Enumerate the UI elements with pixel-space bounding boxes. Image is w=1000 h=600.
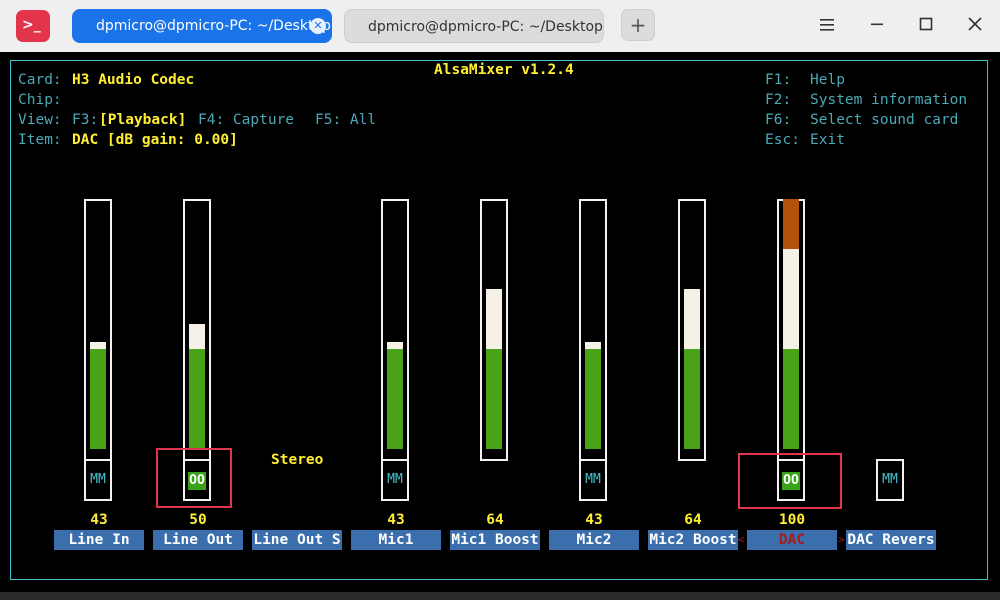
control-value: 43 xyxy=(585,512,603,528)
view-playback[interactable]: [Playback] xyxy=(99,110,186,130)
volume-fill-mid xyxy=(684,289,700,349)
help-text-f1: Help xyxy=(810,72,845,88)
control-name[interactable]: DAC Revers xyxy=(846,530,936,550)
volume-bar[interactable] xyxy=(183,199,211,461)
selection-left-arrow: < xyxy=(738,533,745,546)
volume-fill-low xyxy=(90,349,106,449)
control-name[interactable]: Line In xyxy=(54,530,144,550)
volume-fill-low xyxy=(684,349,700,449)
volume-fill-mid xyxy=(387,341,403,349)
volume-fill-mid xyxy=(585,341,601,349)
item-value: DAC [dB gain: 0.00] xyxy=(72,132,238,148)
control-value: 64 xyxy=(684,512,702,528)
switch-muted[interactable]: MM xyxy=(84,459,112,501)
tab-label: dpmicro@dpmicro-PC: ~/Desktop xyxy=(368,19,603,35)
selection-right-arrow: > xyxy=(838,533,845,546)
close-window-icon[interactable] xyxy=(963,14,987,38)
switch-label: MM xyxy=(387,472,403,487)
control-name[interactable]: Mic1 Boost xyxy=(450,530,540,550)
volume-fill-mid xyxy=(783,249,799,349)
tab-label: dpmicro@dpmicro-PC: ~/Desktop xyxy=(96,18,331,34)
tab-terminal-1[interactable]: dpmicro@dpmicro-PC: ~/Desktop ✕ xyxy=(72,9,332,43)
close-icon[interactable]: ✕ xyxy=(310,18,326,34)
control-name[interactable]: Mic2 Boost xyxy=(648,530,738,550)
volume-fill-high xyxy=(783,199,799,250)
volume-bar[interactable] xyxy=(678,199,706,461)
volume-fill-low xyxy=(387,349,403,449)
volume-bar[interactable] xyxy=(777,199,805,461)
item-label: Item: xyxy=(18,132,62,148)
stereo-label: Stereo xyxy=(271,452,324,468)
control-value: 43 xyxy=(90,512,108,528)
volume-fill-low xyxy=(585,349,601,449)
help-text-f2: System information xyxy=(810,92,968,108)
control-name[interactable]: Line Out S xyxy=(252,530,342,550)
control-name[interactable]: Mic1 xyxy=(351,530,441,550)
switch-label: MM xyxy=(882,472,898,487)
highlight-box-line-out xyxy=(156,448,232,508)
switch-muted[interactable]: MM xyxy=(381,459,409,501)
volume-fill-mid xyxy=(90,341,106,349)
menu-icon[interactable] xyxy=(815,14,839,38)
switch-muted[interactable]: MM xyxy=(876,459,904,501)
control-value: 100 xyxy=(778,512,806,528)
new-tab-button[interactable]: + xyxy=(621,9,655,41)
volume-bar[interactable] xyxy=(480,199,508,461)
card-value: H3 Audio Codec xyxy=(72,72,195,88)
switch-muted[interactable]: MM xyxy=(579,459,607,501)
highlight-box-dac xyxy=(738,453,842,509)
help-key-f1: F1: xyxy=(765,72,792,88)
tab-terminal-2[interactable]: dpmicro@dpmicro-PC: ~/Desktop xyxy=(344,9,604,43)
volume-fill-mid xyxy=(486,289,502,349)
terminal-icon[interactable]: >_ xyxy=(16,10,50,42)
chip-label: Chip: xyxy=(18,92,62,108)
minimize-icon[interactable] xyxy=(865,14,889,38)
view-capture[interactable]: F4: Capture xyxy=(198,110,294,130)
maximize-icon[interactable] xyxy=(914,14,938,38)
control-value: 43 xyxy=(387,512,405,528)
terminal-area[interactable]: AlsaMixer v1.2.4 Card: H3 Audio Codec Ch… xyxy=(0,52,1000,592)
control-value: 64 xyxy=(486,512,504,528)
help-text-f6: Select sound card xyxy=(810,112,959,128)
volume-bar[interactable] xyxy=(381,199,409,461)
help-key-f2: F2: xyxy=(765,92,792,108)
window-titlebar: >_ dpmicro@dpmicro-PC: ~/Desktop ✕ dpmic… xyxy=(0,0,1000,52)
volume-fill-low xyxy=(189,349,205,449)
card-label: Card: xyxy=(18,72,62,88)
volume-bar[interactable] xyxy=(84,199,112,461)
volume-fill-mid xyxy=(189,324,205,349)
mixer-title: AlsaMixer v1.2.4 xyxy=(427,61,581,79)
control-value: 50 xyxy=(189,512,207,528)
view-f3-key: F3: xyxy=(72,112,99,128)
help-key-f6: F6: xyxy=(765,112,792,128)
volume-fill-low xyxy=(486,349,502,449)
help-key-esc: Esc: xyxy=(765,132,800,148)
volume-fill-low xyxy=(783,349,799,449)
view-all[interactable]: F5: All xyxy=(315,110,376,130)
switch-label: MM xyxy=(90,472,106,487)
help-text-esc: Exit xyxy=(810,132,845,148)
control-name[interactable]: Line Out xyxy=(153,530,243,550)
volume-bar[interactable] xyxy=(579,199,607,461)
control-name[interactable]: Mic2 xyxy=(549,530,639,550)
switch-label: MM xyxy=(585,472,601,487)
control-name[interactable]: DAC xyxy=(747,530,837,550)
view-label: View: xyxy=(18,112,62,128)
